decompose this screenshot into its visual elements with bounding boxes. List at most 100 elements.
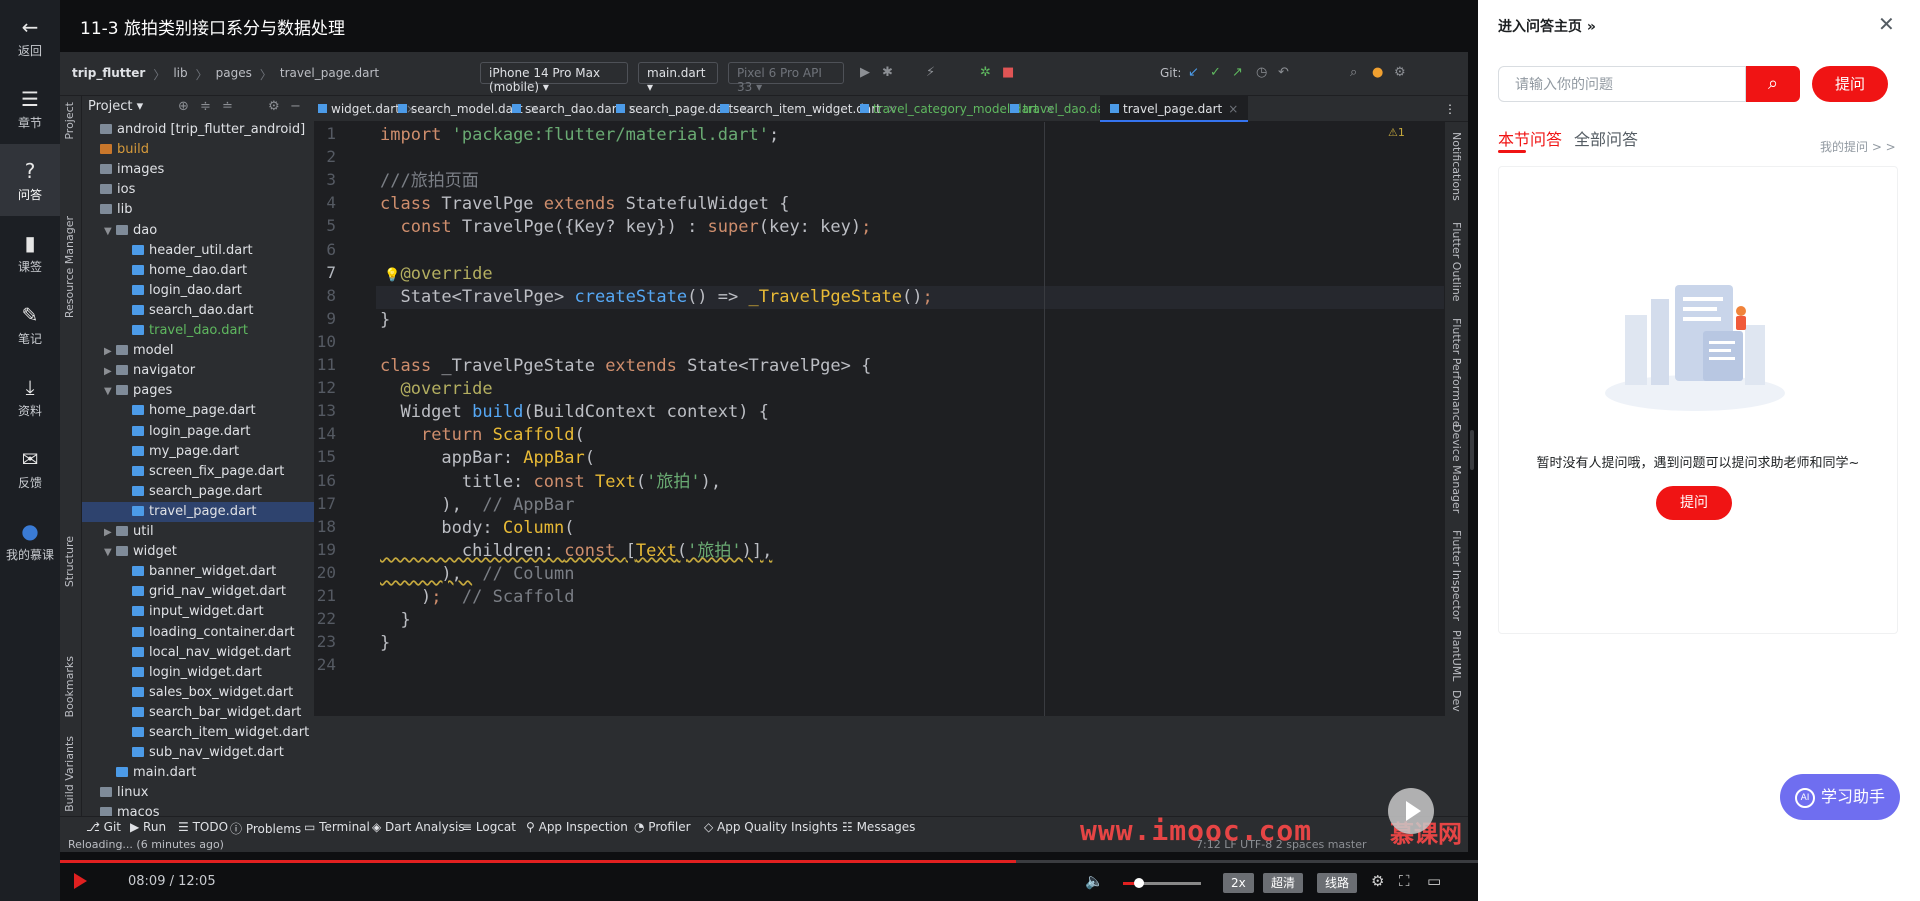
code-line[interactable]: children: const [Text('旅拍')], — [380, 540, 772, 563]
volume-knob[interactable] — [1133, 878, 1144, 888]
rollback-icon[interactable]: ↶ — [1278, 65, 1289, 80]
tool-app-inspection[interactable]: ⚲ App Inspection — [526, 820, 628, 834]
nav-materials[interactable]: ⤓ 资料 — [0, 360, 60, 432]
tree-item[interactable]: travel_dao.dart — [82, 321, 314, 341]
code-editor[interactable]: 1 2 3 4 5 6 7 8 9 10 11 12 13 14 15 16 17 18 19 20 21 22 23 24 … — [314, 122, 1444, 716]
project-panel-title[interactable]: Project — [88, 99, 132, 114]
tree-item[interactable]: sales_box_widget.dart — [82, 683, 314, 703]
tree-item[interactable]: login_dao.dart — [82, 281, 314, 301]
tree-item[interactable]: travel_page.dart — [82, 501, 314, 522]
chevron-down-icon[interactable]: ▼ — [104, 543, 116, 563]
code-line[interactable]: class _TravelPgeState extends State<Trav… — [380, 355, 871, 378]
git-push-icon[interactable]: ↗ — [1232, 65, 1243, 80]
device-selector[interactable]: iPhone 14 Pro Max (mobile) ▾ — [480, 62, 628, 94]
chevron-right-icon[interactable]: ▶ — [104, 342, 116, 362]
code-line[interactable]: title: const Text('旅拍'), — [380, 471, 721, 494]
my-questions-link[interactable]: 我的提问 > > — [1820, 138, 1896, 155]
code-line[interactable]: ), // AppBar — [380, 494, 574, 517]
tool-notifications[interactable]: Notifications — [1450, 132, 1463, 201]
tree-item[interactable]: my_page.dart — [82, 442, 314, 462]
code-line[interactable]: appBar: AppBar( — [380, 447, 595, 470]
tree-item[interactable]: screen_fix_page.dart — [82, 462, 314, 482]
tree-item[interactable]: home_page.dart — [82, 401, 314, 421]
tool-build-variants[interactable]: Build Variants — [63, 736, 76, 812]
video-screen[interactable]: trip_flutter 〉 lib 〉 pages 〉 travel_page… — [60, 52, 1468, 852]
volume-slider[interactable] — [1123, 878, 1201, 888]
tree-item[interactable]: ▶ model — [82, 341, 314, 361]
chevron-down-icon[interactable]: ▼ — [104, 222, 116, 242]
nav-my-imooc[interactable]: ● 我的慕课 — [0, 504, 60, 576]
nav-bookmarks[interactable]: ▮ 课签 — [0, 216, 60, 288]
tree-item[interactable]: ios — [82, 180, 314, 200]
speed-button[interactable]: 2x — [1223, 873, 1254, 893]
emulator-selector[interactable]: Pixel 6 Pro API 33 ▾ — [728, 62, 844, 94]
code-line[interactable]: } — [380, 309, 390, 332]
chevron-down-icon[interactable]: ▼ — [104, 382, 116, 402]
tree-item[interactable]: local_nav_widget.dart — [82, 643, 314, 663]
play-overlay-button[interactable] — [1388, 788, 1434, 834]
tool-problems[interactable]: ⓘ Problems — [230, 820, 301, 837]
tree-item[interactable]: search_dao.dart — [82, 301, 314, 321]
tree-item[interactable]: ▶ util — [82, 522, 314, 542]
tool-dart-analysis[interactable]: ◈ Dart Analysis — [372, 820, 465, 834]
gear-icon[interactable]: ⚙ — [268, 99, 280, 114]
breadcrumb-project[interactable]: trip_flutter — [72, 66, 145, 83]
code-line[interactable]: State<TravelPge> createState() => _Trave… — [380, 286, 932, 309]
panel-splitter[interactable] — [1470, 430, 1474, 470]
tree-item[interactable]: search_item_widget.dart — [82, 723, 314, 743]
code-line[interactable]: const TravelPge({Key? key}) : super(key:… — [380, 216, 871, 239]
code-line[interactable]: import 'package:flutter/material.dart'; — [380, 124, 779, 147]
tree-item[interactable]: images — [82, 160, 314, 180]
history-icon[interactable]: ◷ — [1256, 65, 1267, 80]
qa-home-link[interactable]: 进入问答主页 » — [1498, 16, 1596, 36]
ask-button-secondary[interactable]: 提问 — [1656, 486, 1732, 520]
chevron-right-icon[interactable]: ▶ — [104, 362, 116, 382]
tool-todo[interactable]: ☰ TODO — [178, 820, 228, 834]
update-icon[interactable]: ● — [1372, 65, 1383, 80]
tool-profiler[interactable]: ◔ Profiler — [634, 820, 691, 834]
study-assistant-button[interactable]: AI 学习助手 — [1780, 774, 1900, 820]
ask-button[interactable]: 提问 — [1812, 66, 1888, 102]
tool-app-quality[interactable]: ◇ App Quality Insights — [704, 820, 838, 834]
code-line[interactable]: @override — [380, 263, 492, 286]
tree-item[interactable]: ▶ navigator — [82, 361, 314, 381]
code-line[interactable]: @override — [380, 378, 492, 401]
tree-item[interactable]: search_bar_widget.dart — [82, 703, 314, 723]
tool-device-manager[interactable]: Device Manager — [1450, 424, 1463, 513]
stop-icon[interactable]: ■ — [1002, 65, 1014, 80]
breadcrumb-lib[interactable]: lib — [173, 66, 187, 83]
tree-item[interactable]: search_page.dart — [82, 482, 314, 502]
play-icon[interactable] — [74, 873, 87, 889]
tool-terminal[interactable]: ▭ Terminal — [304, 820, 370, 834]
question-search-input[interactable] — [1498, 66, 1746, 102]
tree-item[interactable]: loading_container.dart — [82, 623, 314, 643]
code-line[interactable]: } — [380, 632, 390, 655]
tree-item[interactable]: lib — [82, 200, 314, 220]
tree-item[interactable]: build — [82, 140, 314, 160]
video-player[interactable]: 11-3 旅拍类别接口系分与数据处理 trip_flutter 〉 lib 〉 … — [60, 0, 1478, 901]
debug-icon[interactable]: ✱ — [882, 65, 893, 80]
tree-item[interactable]: input_widget.dart — [82, 602, 314, 622]
tab-this-section[interactable]: 本节问答 — [1498, 126, 1562, 150]
chevron-right-icon[interactable]: ▶ — [104, 523, 116, 543]
code-line[interactable]: class TravelPge extends StatefulWidget { — [380, 193, 789, 216]
close-tab-icon[interactable]: × — [1228, 102, 1238, 116]
tool-flutter-inspector[interactable]: Flutter Inspector — [1450, 530, 1463, 621]
locate-icon[interactable]: ⊕ — [178, 99, 189, 114]
code-line[interactable]: Widget build(BuildContext context) { — [380, 401, 768, 424]
tool-messages[interactable]: ☷ Messages — [842, 820, 915, 834]
line-button[interactable]: 线路 — [1317, 873, 1358, 893]
tool-run[interactable]: ▶ Run — [130, 820, 166, 834]
git-update-icon[interactable]: ↙ — [1188, 65, 1199, 80]
tree-item[interactable]: banner_widget.dart — [82, 562, 314, 582]
tool-dev[interactable]: Dev — [1450, 690, 1463, 712]
settings-icon[interactable]: ⚙ — [1394, 65, 1406, 80]
tool-flutter-performance[interactable]: Flutter Performance — [1450, 318, 1463, 427]
tree-item[interactable]: android [trip_flutter_android] — [82, 120, 314, 140]
nav-feedback[interactable]: ✉ 反馈 — [0, 432, 60, 504]
nav-notes[interactable]: ✎ 笔记 — [0, 288, 60, 360]
tree-item[interactable]: login_page.dart — [82, 422, 314, 442]
search-button[interactable]: ⌕ — [1746, 66, 1800, 102]
code-line[interactable]: } — [380, 609, 410, 632]
gear-icon[interactable]: ⚙ — [1371, 872, 1384, 890]
